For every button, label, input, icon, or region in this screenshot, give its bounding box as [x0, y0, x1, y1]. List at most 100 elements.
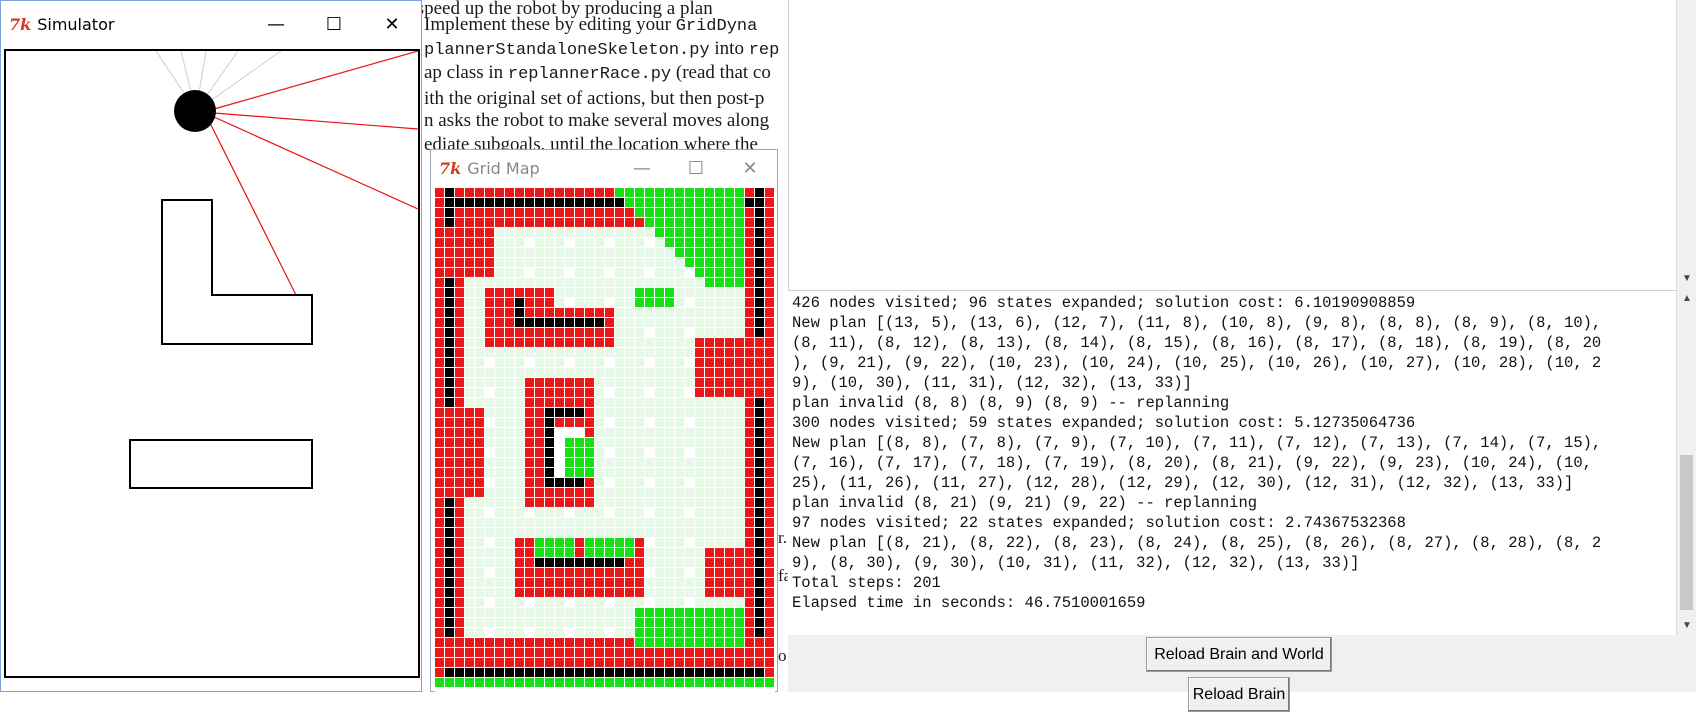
console-line: Total steps: 201: [792, 574, 941, 592]
grid-cell: [595, 238, 604, 247]
grid-map-canvas[interactable]: [435, 188, 775, 693]
grid-cell: [575, 368, 584, 377]
grid-cell: [555, 618, 564, 627]
l-obstacle: [161, 199, 313, 345]
grid-cell: [435, 338, 444, 347]
grid-cell: [665, 578, 674, 587]
grid-cell: [515, 338, 524, 347]
grid-cell: [615, 198, 624, 207]
grid-cell: [745, 648, 754, 657]
reload-brain-and-world-button[interactable]: Reload Brain and World: [1146, 637, 1332, 672]
grid-cell: [735, 548, 744, 557]
grid-cell: [675, 418, 684, 427]
grid-cell: [635, 678, 644, 687]
grid-cell: [745, 528, 754, 537]
grid-cell: [595, 518, 604, 527]
grid-cell: [525, 538, 534, 547]
grid-cell: [715, 598, 724, 607]
grid-cell: [445, 218, 454, 227]
grid-cell: [705, 408, 714, 417]
grid-cell: [515, 398, 524, 407]
console-scrollbar[interactable]: ▲ ▼: [1676, 290, 1696, 635]
scroll-down-icon[interactable]: ▼: [1677, 270, 1696, 288]
minimize-icon[interactable]: —: [615, 150, 669, 186]
grid-cell: [525, 378, 534, 387]
grid-cell: [555, 598, 564, 607]
grid-cell: [525, 498, 534, 507]
grid-cell: [655, 198, 664, 207]
scroll-up-icon[interactable]: ▲: [1677, 290, 1696, 308]
gridmap-titlebar[interactable]: 7k Grid Map — ☐ ✕: [431, 150, 777, 186]
grid-cell: [685, 318, 694, 327]
grid-cell: [645, 308, 654, 317]
grid-cell: [595, 418, 604, 427]
grid-cell: [465, 548, 474, 557]
grid-cell: [685, 468, 694, 477]
close-icon[interactable]: ✕: [723, 150, 777, 186]
grid-cell: [705, 448, 714, 457]
grid-cell: [595, 618, 604, 627]
grid-cell: [675, 318, 684, 327]
scroll-down-icon[interactable]: ▼: [1677, 617, 1696, 635]
grid-cell: [555, 238, 564, 247]
grid-cell: [675, 408, 684, 417]
upper-scrollbar[interactable]: ▼: [1676, 0, 1696, 290]
grid-cell: [725, 278, 734, 287]
grid-cell: [705, 248, 714, 257]
grid-cell: [695, 348, 704, 357]
grid-cell: [735, 498, 744, 507]
grid-cell: [755, 538, 764, 547]
grid-cell: [755, 508, 764, 517]
simulator-titlebar[interactable]: 7k Simulator — ☐ ✕: [1, 1, 421, 47]
grid-cell: [575, 408, 584, 417]
grid-cell: [475, 358, 484, 367]
grid-cell: [725, 328, 734, 337]
grid-cell: [745, 288, 754, 297]
grid-cell: [725, 378, 734, 387]
grid-cell: [455, 288, 464, 297]
grid-cell: [745, 658, 754, 667]
grid-cell: [675, 478, 684, 487]
simulator-canvas[interactable]: [4, 49, 420, 678]
grid-cell: [695, 468, 704, 477]
grid-cell: [675, 598, 684, 607]
grid-cell: [585, 518, 594, 527]
grid-cell: [585, 308, 594, 317]
grid-cell: [545, 458, 554, 467]
grid-cell: [545, 248, 554, 257]
grid-cell: [535, 408, 544, 417]
grid-cell: [545, 598, 554, 607]
grid-cell: [595, 478, 604, 487]
grid-cell: [515, 368, 524, 377]
maximize-icon[interactable]: ☐: [669, 150, 723, 186]
close-icon[interactable]: ✕: [363, 1, 421, 47]
grid-cell: [705, 648, 714, 657]
grid-cell: [675, 608, 684, 617]
grid-cell: [505, 548, 514, 557]
grid-cell: [765, 298, 774, 307]
grid-cell: [485, 288, 494, 297]
grid-cell: [705, 398, 714, 407]
grid-cell: [515, 488, 524, 497]
minimize-icon[interactable]: —: [247, 1, 305, 47]
grid-cell: [455, 658, 464, 667]
grid-cell: [755, 288, 764, 297]
grid-cell: [455, 378, 464, 387]
grid-cell: [495, 448, 504, 457]
reload-brain-button[interactable]: Reload Brain: [1188, 677, 1290, 712]
grid-cell: [435, 548, 444, 557]
grid-cell: [755, 578, 764, 587]
console-line: ), (9, 21), (9, 22), (10, 23), (10, 24),…: [792, 354, 1602, 372]
grid-cell: [435, 328, 444, 337]
grid-cell: [665, 358, 674, 367]
scrollbar-thumb[interactable]: [1680, 455, 1693, 610]
grid-cell: [515, 268, 524, 277]
grid-cell: [635, 198, 644, 207]
grid-cell: [765, 478, 774, 487]
grid-cell: [605, 668, 614, 677]
grid-cell: [705, 558, 714, 567]
grid-cell: [545, 438, 554, 447]
grid-cell: [595, 408, 604, 417]
maximize-icon[interactable]: ☐: [305, 1, 363, 47]
grid-cell: [465, 498, 474, 507]
